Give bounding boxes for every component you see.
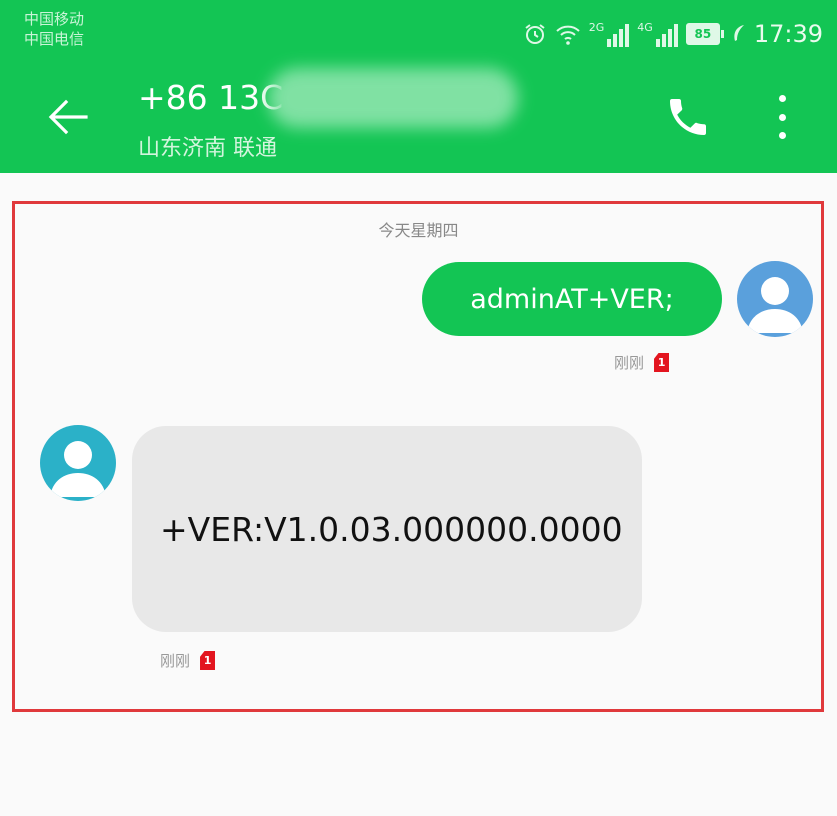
carrier-2-label: 中国电信: [24, 30, 85, 48]
contact-number: +86 13C: [138, 78, 284, 117]
outgoing-message-text: adminAT+VER;: [470, 283, 674, 315]
incoming-message-bubble[interactable]: +VER:V1.0.03.000000.0000: [132, 426, 642, 632]
battery-level: 85: [685, 23, 720, 45]
carrier-1-label: 中国移动: [24, 10, 85, 28]
alarm-icon: [525, 24, 545, 44]
outgoing-message-meta: 刚刚 1: [614, 352, 670, 373]
status-time: 17:39: [753, 20, 823, 48]
person-icon: [747, 277, 803, 333]
contact-avatar[interactable]: [40, 425, 116, 501]
app-bar: 中国移动 中国电信 2G 4G 85 17:39 +86 13C 山东济南 联通: [0, 0, 837, 173]
signal-icon-sim1: 2G: [589, 21, 630, 47]
status-bar: 中国移动 中国电信 2G 4G 85 17:39: [0, 0, 837, 66]
person-icon: [50, 441, 106, 497]
battery-icon: 85: [685, 23, 724, 45]
outgoing-message-time: 刚刚: [614, 354, 645, 372]
status-icons: 2G 4G 85 17:39: [523, 16, 823, 52]
sim2-network-label: 4G: [637, 21, 653, 34]
more-vertical-icon: [778, 95, 786, 102]
leaf-icon: [734, 25, 744, 41]
wifi-icon: [556, 25, 580, 45]
redaction-blur: [268, 68, 518, 128]
contact-location: 山东济南 联通: [138, 136, 277, 161]
incoming-message-time: 刚刚: [160, 652, 191, 670]
more-options-button[interactable]: [766, 90, 798, 144]
back-button[interactable]: [44, 93, 92, 141]
sim-card-icon: 1: [200, 651, 216, 670]
arrow-left-icon: [48, 99, 88, 135]
date-separator: 今天星期四: [378, 221, 459, 240]
call-button[interactable]: [664, 93, 712, 141]
sim-card-icon: 1: [654, 353, 670, 372]
incoming-message-meta: 刚刚 1: [160, 650, 216, 671]
sim1-network-label: 2G: [588, 21, 605, 34]
signal-icon-sim2: 4G: [637, 21, 678, 47]
phone-icon: [670, 99, 706, 135]
outgoing-message-bubble[interactable]: adminAT+VER;: [422, 262, 722, 336]
my-avatar[interactable]: [737, 261, 813, 337]
incoming-message-text: +VER:V1.0.03.000000.0000: [160, 509, 623, 549]
